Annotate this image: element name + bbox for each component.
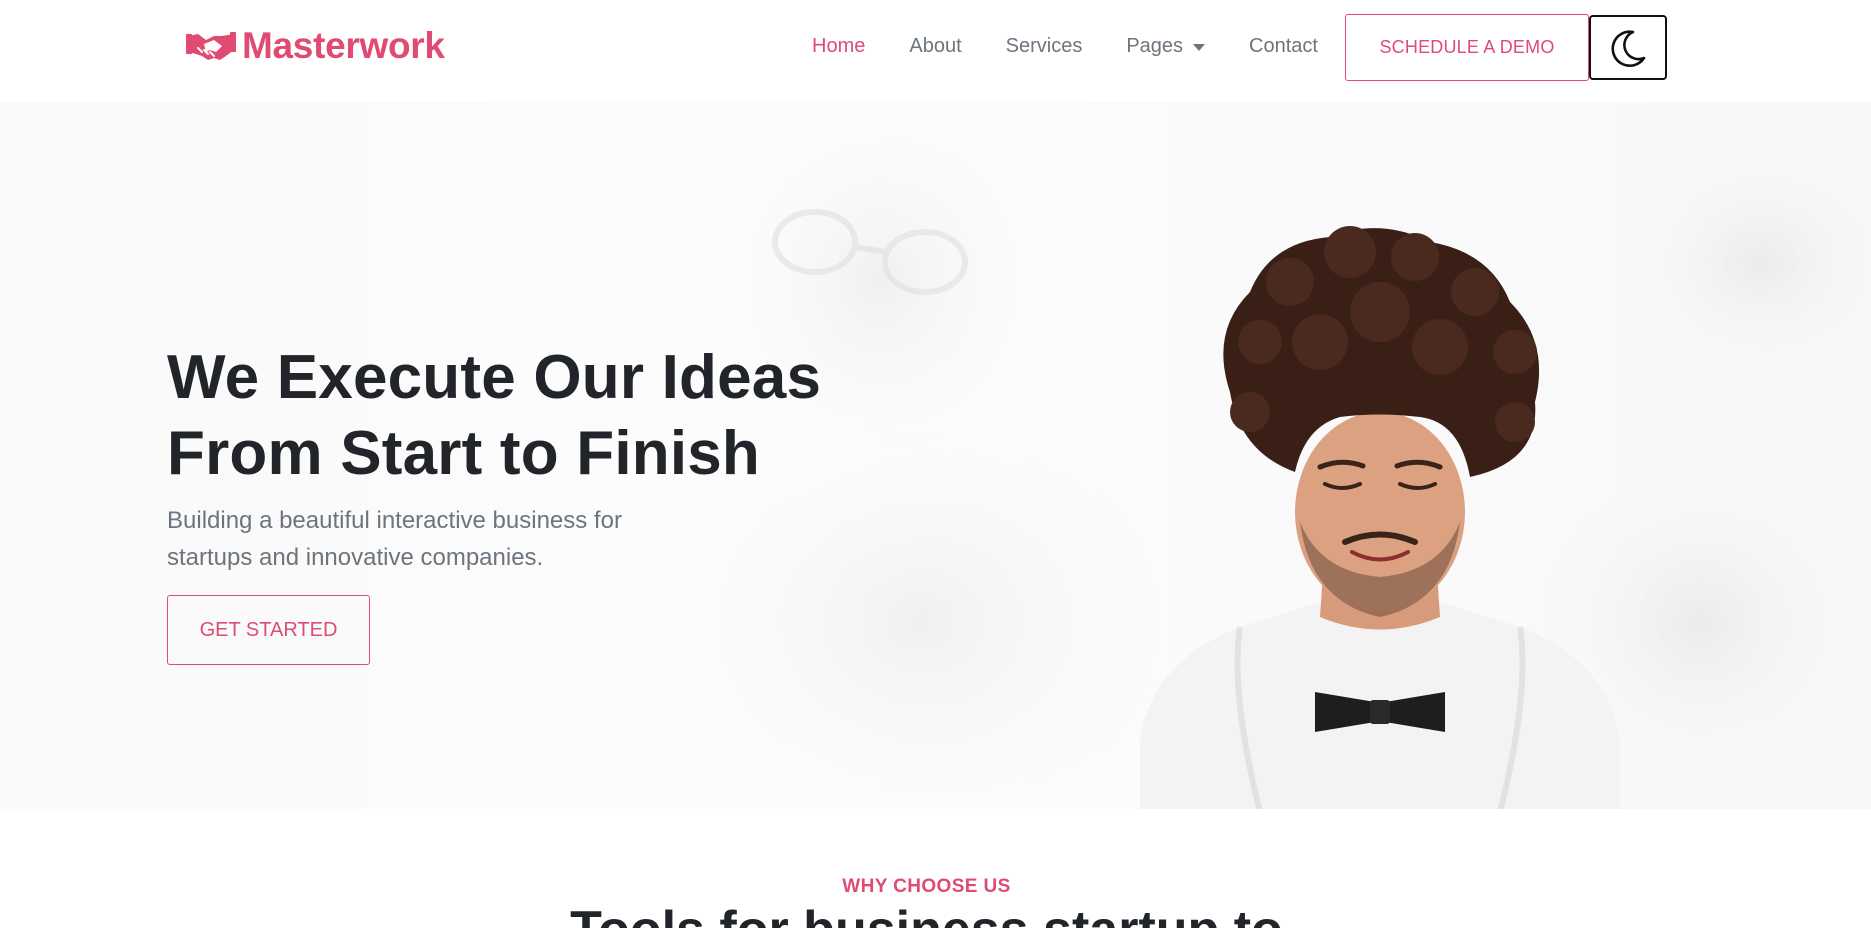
caret-down-icon (1193, 43, 1206, 51)
nav-home[interactable]: Home (790, 35, 887, 58)
hero-title-line-1: We Execute Our Ideas (167, 343, 822, 412)
navbar: Masterwork Home About Services Pages Con… (0, 0, 1871, 102)
nav-contact[interactable]: Contact (1227, 35, 1340, 58)
brand-logo-link[interactable]: Masterwork (186, 24, 445, 68)
hero-subtitle: Building a beautiful interactive busines… (167, 502, 687, 576)
main-nav: Home About Services Pages Contact (790, 0, 1340, 92)
get-started-button[interactable]: GET STARTED (167, 595, 370, 665)
theme-toggle-button[interactable] (1589, 15, 1667, 80)
hero-person-image (1140, 226, 1620, 809)
moon-icon (1611, 29, 1646, 67)
hero-title: We Execute Our Ideas From Start to Finis… (167, 340, 927, 492)
schedule-demo-button[interactable]: SCHEDULE A DEMO (1345, 14, 1589, 81)
hero-title-line-2: From Start to Finish (167, 419, 760, 488)
hero-section: We Execute Our Ideas From Start to Finis… (0, 102, 1871, 809)
handshake-icon (186, 32, 236, 60)
hero-subtitle-line-2: startups and innovative companies. (167, 544, 544, 571)
why-choose-us-title: Tools for business startup to (0, 900, 1853, 928)
nav-services[interactable]: Services (984, 35, 1105, 58)
why-choose-us-eyebrow: WHY CHOOSE US (842, 876, 1011, 897)
hero-subtitle-line-1: Building a beautiful interactive busines… (167, 507, 622, 534)
nav-pages-dropdown[interactable]: Pages (1104, 35, 1227, 58)
nav-pages-label: Pages (1126, 34, 1184, 57)
nav-about[interactable]: About (887, 35, 983, 58)
brand-name: Masterwork (242, 25, 445, 66)
